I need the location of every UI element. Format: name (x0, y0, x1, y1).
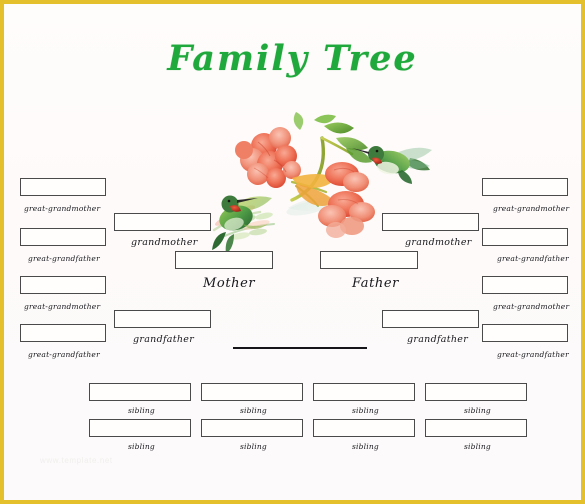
namebox-sibling-3[interactable] (313, 383, 415, 401)
label-right-great-grandfather-2: great-grandfather (497, 350, 569, 359)
namebox-sibling-1[interactable] (89, 383, 191, 401)
label-sibling-4: sibling (464, 406, 491, 415)
namebox-left-grandfather[interactable] (114, 310, 211, 328)
namebox-sibling-2[interactable] (201, 383, 303, 401)
namebox-left-great-grandmother-2[interactable] (20, 276, 106, 294)
label-left-grandfather: grandfather (133, 334, 195, 345)
label-left-great-grandfather-2: great-grandfather (28, 350, 100, 359)
namebox-left-great-grandfather-2[interactable] (20, 324, 106, 342)
label-right-grandmother: grandmother (405, 237, 472, 248)
namebox-right-great-grandmother-1[interactable] (482, 178, 568, 196)
label-sibling-6: sibling (240, 442, 267, 451)
namebox-father[interactable] (320, 251, 418, 269)
watermark-text: www.template.net (40, 456, 113, 465)
hummingbird-left (212, 195, 272, 254)
namebox-left-grandmother[interactable] (114, 213, 211, 231)
label-sibling-7: sibling (352, 442, 379, 451)
foliage-spray (212, 210, 275, 240)
label-sibling-2: sibling (240, 406, 267, 415)
namebox-sibling-5[interactable] (89, 419, 191, 437)
namebox-sibling-7[interactable] (313, 419, 415, 437)
namebox-left-great-grandfather-1[interactable] (20, 228, 106, 246)
hummingbirds-and-trumpet-vine-illustration (212, 112, 432, 254)
marriage-connector-line (233, 347, 367, 349)
wash-streaks (214, 205, 270, 230)
vine-leaves (293, 112, 372, 163)
namebox-right-grandmother[interactable] (382, 213, 479, 231)
label-right-great-grandmother-1: great-grandmother (493, 204, 570, 213)
label-left-grandmother: grandmother (131, 237, 198, 248)
page-title: Family Tree (167, 38, 418, 79)
label-sibling-3: sibling (352, 406, 379, 415)
namebox-sibling-4[interactable] (425, 383, 527, 401)
mist-wash (286, 198, 340, 216)
label-father: Father (352, 276, 399, 291)
vine-stems (290, 136, 354, 207)
label-right-great-grandmother-2: great-grandmother (493, 302, 570, 311)
flower-cluster-left (235, 127, 301, 188)
label-left-great-grandmother-2: great-grandmother (24, 302, 101, 311)
label-left-great-grandmother-1: great-grandmother (24, 204, 101, 213)
family-tree-page: Family Tree great-grandmother great-gran… (0, 0, 585, 504)
label-mother: Mother (203, 276, 256, 291)
label-right-great-grandfather-1: great-grandfather (497, 254, 569, 263)
trumpet-blossoms (292, 162, 375, 238)
namebox-right-great-grandfather-1[interactable] (482, 228, 568, 246)
label-right-grandfather: grandfather (407, 334, 469, 345)
namebox-right-great-grandmother-2[interactable] (482, 276, 568, 294)
namebox-left-great-grandmother-1[interactable] (20, 178, 106, 196)
label-sibling-5: sibling (128, 442, 155, 451)
namebox-sibling-8[interactable] (425, 419, 527, 437)
namebox-right-great-grandfather-2[interactable] (482, 324, 568, 342)
namebox-sibling-6[interactable] (201, 419, 303, 437)
label-sibling-8: sibling (464, 442, 491, 451)
namebox-mother[interactable] (175, 251, 273, 269)
namebox-right-grandfather[interactable] (382, 310, 479, 328)
label-sibling-1: sibling (128, 406, 155, 415)
hummingbird-right (352, 146, 432, 184)
label-left-great-grandfather-1: great-grandfather (28, 254, 100, 263)
